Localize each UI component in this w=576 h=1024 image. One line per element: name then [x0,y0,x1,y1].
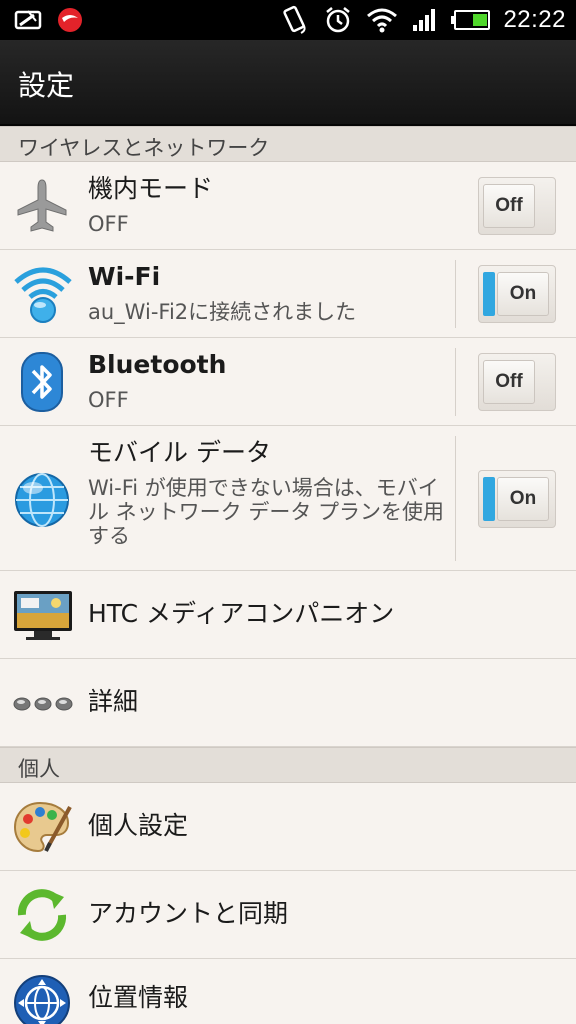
settings-row-details[interactable]: 詳細 [0,659,576,747]
toggle-on-indicator [483,477,495,521]
location-label: 位置情報 [88,983,189,1012]
section-title-personal: 個人 [18,757,60,781]
wifi-toggle-label: On [497,272,549,316]
mobile-data-description: Wi-Fi が使用できない場合は、モバイル ネットワーク データ プランを使用す… [88,476,445,548]
tv-icon [12,585,72,645]
wifi-status: au_Wi-Fi2に接続されました [88,300,357,324]
settings-row-personalize[interactable]: 個人設定 [0,783,576,871]
sync-icon [12,885,72,945]
wifi-label: Wi-Fi [88,262,161,291]
status-bar: 22:22 [0,0,576,40]
personalize-label: 個人設定 [88,811,189,840]
settings-row-htc-media-companion[interactable]: HTC メディアコンパニオン [0,571,576,659]
clock: 22:22 [503,6,566,33]
section-header-wireless: ワイヤレスとネットワーク [0,126,576,162]
palette-icon [12,797,72,857]
battery-saver-icon [14,10,42,30]
bluetooth-toggle-label: Off [483,360,535,404]
airplane-mode-status: OFF [88,212,129,236]
row-divider [455,348,456,416]
globe-icon [12,470,72,530]
security-app-icon [58,8,82,32]
airplane-mode-toggle-label: Off [483,184,535,228]
section-header-personal: 個人 [0,747,576,783]
settings-row-mobile-data[interactable]: モバイル データ Wi-Fi が使用できない場合は、モバイル ネットワーク デー… [0,426,576,571]
page-title: 設定 [18,69,75,102]
alarm-icon [326,7,351,33]
wifi-signal-icon [367,8,398,33]
cell-signal-icon [413,9,436,31]
toggle-on-indicator [483,272,495,316]
bluetooth-toggle[interactable]: Off [478,353,556,411]
settings-row-wifi[interactable]: Wi-Fi au_Wi-Fi2に接続されました On [0,250,576,338]
settings-row-accounts-sync[interactable]: アカウントと同期 [0,871,576,959]
row-divider [455,436,456,561]
settings-row-location[interactable]: 位置情報 [0,959,576,1024]
htc-media-companion-label: HTC メディアコンパニオン [88,599,395,628]
details-label: 詳細 [88,687,139,716]
settings-row-bluetooth[interactable]: Bluetooth OFF Off [0,338,576,426]
mobile-data-toggle-label: On [497,477,549,521]
airplane-mode-label: 機内モード [88,174,214,203]
battery-icon [451,10,491,30]
airplane-icon [12,176,72,236]
bluetooth-icon [12,352,72,412]
accounts-sync-label: アカウントと同期 [88,899,289,928]
wifi-icon [12,262,72,323]
bluetooth-label: Bluetooth [88,350,227,379]
airplane-mode-toggle[interactable]: Off [478,177,556,235]
bluetooth-status: OFF [88,388,129,412]
section-title-wireless: ワイヤレスとネットワーク [18,136,270,160]
location-globe-icon [12,973,72,1024]
row-divider [455,260,456,328]
wifi-toggle[interactable]: On [478,265,556,323]
settings-row-airplane-mode[interactable]: 機内モード OFF Off [0,162,576,250]
more-dots-icon [12,673,73,733]
title-bar: 設定 [0,40,576,126]
mobile-data-label: モバイル データ [88,438,271,467]
rotation-icon [283,5,307,34]
mobile-data-toggle[interactable]: On [478,470,556,528]
